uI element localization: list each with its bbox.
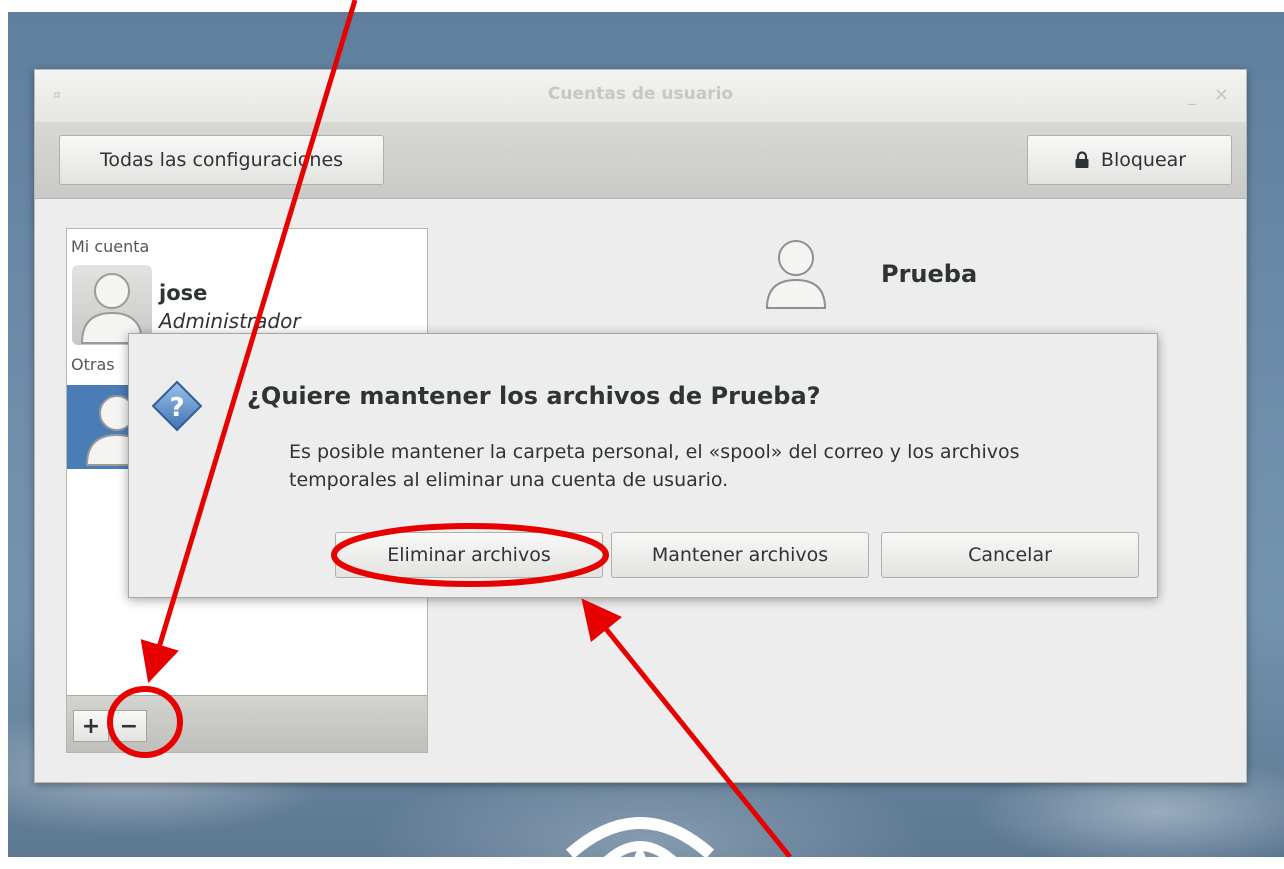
other-accounts-section-label: Otras [71,355,115,374]
dialog-title: ¿Quiere mantener los archivos de Prueba? [247,382,821,410]
cancel-button[interactable]: Cancelar [881,532,1139,578]
svg-text:?: ? [169,393,184,423]
remove-user-label: − [119,713,139,739]
all-settings-label: Todas las configuraciones [99,149,344,171]
lock-label: Bloquear [1100,149,1187,171]
question-icon: ? [151,380,203,432]
add-user-button[interactable]: + [73,710,109,742]
desktop-emblem [566,817,714,869]
account-role: Administrador [159,309,301,333]
my-account-section-label: Mi cuenta [71,237,150,256]
keep-files-button[interactable]: Mantener archivos [611,532,869,578]
cancel-label: Cancelar [968,544,1052,566]
add-user-label: + [81,713,101,739]
keep-files-label: Mantener archivos [651,544,829,566]
dialog-message: Es posible mantener la carpeta personal,… [289,441,1020,491]
window-title: Cuentas de usuario [547,84,734,104]
delete-files-button[interactable]: Eliminar archivos [335,532,603,578]
close-button[interactable]: × [1214,84,1229,105]
lock-button[interactable]: Bloquear [1027,135,1232,185]
delete-files-label: Eliminar archivos [387,544,551,566]
account-name: jose [159,281,208,305]
remove-user-button[interactable]: − [111,710,147,742]
selected-user-avatar-icon [765,240,827,309]
toolbar: Todas las configuraciones Bloquear [35,122,1246,199]
all-settings-button[interactable]: Todas las configuraciones [59,135,384,185]
keep-files-dialog: ? ¿Quiere mantener los archivos de Prueb… [128,333,1158,598]
window-titlebar[interactable]: ¤ Cuentas de usuario _ × [35,70,1246,123]
accounts-panel-footer: + − [67,695,427,752]
minimize-button[interactable]: _ [1188,86,1196,105]
selected-user-name: Prueba [881,260,978,288]
lock-icon [1075,151,1089,168]
